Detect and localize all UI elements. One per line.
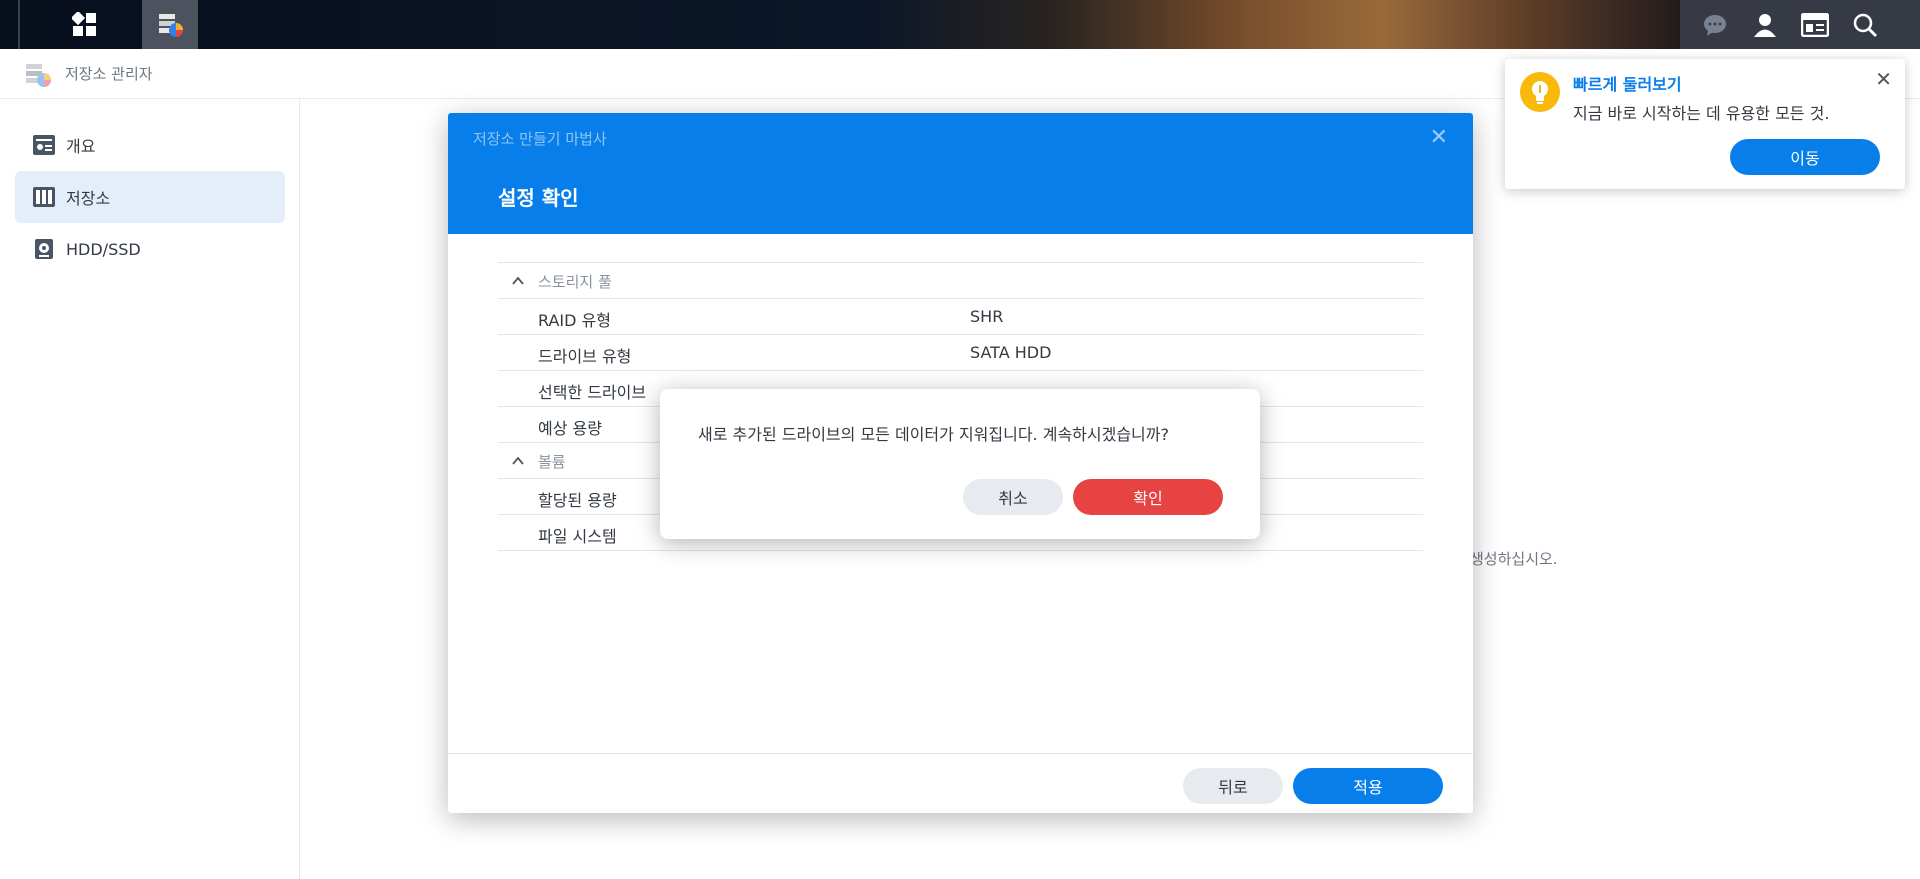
taskbar (0, 0, 1920, 49)
confirm-message: 새로 추가된 드라이브의 모든 데이터가 지워집니다. 계속하시겠습니까? (698, 425, 1169, 444)
sidebar-item-storage[interactable]: 저장소 (15, 171, 285, 223)
widgets-button[interactable] (1791, 0, 1839, 49)
row-key: 예상 용량 (538, 419, 602, 438)
lightbulb-icon (1520, 72, 1560, 112)
chevron-up-icon (512, 276, 524, 285)
wizard-header: 저장소 만들기 마법사 설정 확인 ✕ (448, 113, 1473, 234)
hdd-icon (35, 239, 53, 259)
widgets-icon (1801, 12, 1829, 37)
ok-button[interactable]: 확인 (1073, 479, 1223, 515)
main-menu-button[interactable] (57, 0, 113, 49)
table-row: 드라이브 유형 SATA HDD (498, 335, 1423, 371)
row-key: 선택한 드라이브 (538, 383, 647, 402)
wizard-heading: 설정 확인 (498, 186, 579, 210)
confirm-dialog: 새로 추가된 드라이브의 모든 데이터가 지워집니다. 계속하시겠습니까? 취소… (660, 389, 1260, 539)
user-icon (1754, 13, 1776, 37)
toast-message: 지금 바로 시작하는 데 유용한 모든 것. (1573, 104, 1830, 123)
go-button[interactable]: 이동 (1730, 139, 1880, 175)
toast-title: 빠르게 둘러보기 (1573, 75, 1682, 94)
row-key: RAID 유형 (538, 311, 611, 330)
cancel-button[interactable]: 취소 (963, 479, 1063, 515)
chat-button[interactable] (1691, 0, 1739, 49)
overview-icon (33, 135, 55, 155)
storage-manager-taskbar-button[interactable] (142, 0, 198, 49)
back-button[interactable]: 뒤로 (1183, 768, 1283, 804)
row-value: SATA HDD (970, 343, 1052, 362)
apply-button[interactable]: 적용 (1293, 768, 1443, 804)
wizard-footer: 뒤로 적용 (448, 753, 1473, 813)
toast-close-button[interactable]: ✕ (1875, 69, 1892, 89)
section-header-storage-pool[interactable]: 스토리지 풀 (498, 263, 1423, 299)
taskbar-tray (1680, 0, 1920, 49)
table-row: RAID 유형 SHR (498, 299, 1423, 335)
search-icon (1853, 13, 1878, 37)
section-title: 스토리지 풀 (538, 273, 612, 291)
row-key: 할당된 용량 (538, 491, 617, 510)
storage-icon (33, 187, 55, 207)
row-key: 드라이브 유형 (538, 347, 632, 366)
app-title: 저장소 관리자 (65, 65, 153, 83)
background-hint-text: 생성하십시오. (1470, 550, 1558, 568)
row-key: 파일 시스템 (538, 527, 617, 546)
sidebar-item-label: 개요 (66, 137, 96, 156)
sidebar-item-label: HDD/SSD (66, 239, 141, 259)
section-title: 볼륨 (538, 453, 566, 471)
quick-tour-notification: 빠르게 둘러보기 지금 바로 시작하는 데 유용한 모든 것. ✕ 이동 (1505, 59, 1905, 189)
main-menu-icon (72, 11, 96, 36)
wizard-window-title: 저장소 만들기 마법사 (473, 130, 607, 148)
wizard-close-button[interactable]: ✕ (1430, 127, 1448, 149)
chevron-up-icon (512, 456, 524, 465)
storage-manager-app-icon (159, 13, 183, 37)
sidebar: 개요 저장소 HDD/SSD (0, 99, 300, 879)
sidebar-item-hdd-ssd[interactable]: HDD/SSD (15, 223, 285, 275)
row-value: SHR (970, 307, 1004, 326)
user-button[interactable] (1741, 0, 1789, 49)
chat-icon (1704, 14, 1726, 36)
sidebar-item-overview[interactable]: 개요 (15, 119, 285, 171)
storage-manager-icon (26, 64, 51, 87)
taskbar-divider (18, 0, 20, 49)
search-button[interactable] (1841, 0, 1889, 49)
sidebar-item-label: 저장소 (66, 189, 111, 208)
